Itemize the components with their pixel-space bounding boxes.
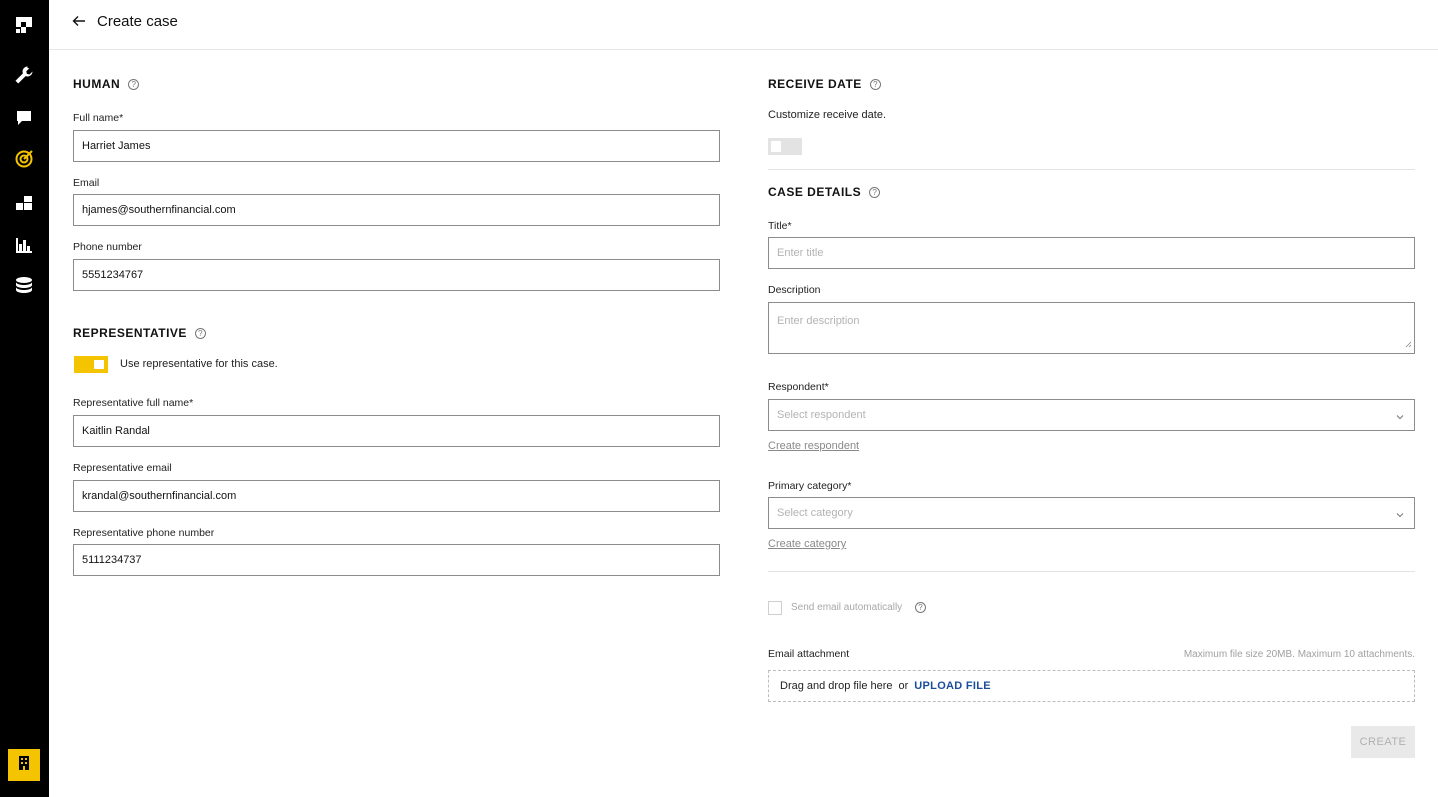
organization-button[interactable] xyxy=(8,749,40,781)
representative-full-name-label: Representative full name* xyxy=(73,397,194,409)
back-arrow-icon[interactable] xyxy=(71,13,87,29)
email-label: Email xyxy=(73,177,100,189)
bar-chart-icon[interactable] xyxy=(13,234,35,256)
target-icon[interactable] xyxy=(13,148,35,170)
help-icon[interactable]: ? xyxy=(194,327,206,339)
chat-icon[interactable] xyxy=(13,107,35,129)
full-name-label: Full name* xyxy=(73,112,124,124)
send-email-label: Send email automatically xyxy=(791,602,903,613)
representative-toggle-label: Use representative for this case. xyxy=(120,358,278,370)
primary-category-select[interactable]: Select category xyxy=(768,497,1415,529)
representative-full-name-input[interactable]: Kaitlin Randal xyxy=(73,415,720,447)
help-icon[interactable]: ? xyxy=(869,78,881,90)
human-section-title: HUMAN ? xyxy=(73,77,140,91)
receive-date-section-title: RECEIVE DATE ? xyxy=(768,77,881,91)
send-email-checkbox[interactable] xyxy=(768,601,782,615)
dropzone-text: Drag and drop file here xyxy=(780,680,893,692)
database-icon[interactable] xyxy=(13,275,35,297)
building-icon xyxy=(17,755,31,776)
phone-label: Phone number xyxy=(73,241,142,253)
case-details-section-title: CASE DETAILS ? xyxy=(768,185,881,199)
boxes-icon[interactable] xyxy=(13,192,35,214)
title-label: Title* xyxy=(768,220,792,232)
representative-section-title: REPRESENTATIVE ? xyxy=(73,326,206,340)
email-attachment-label: Email attachment xyxy=(768,648,850,660)
email-input[interactable]: hjames@southernfinancial.com xyxy=(73,194,720,226)
representative-email-label: Representative email xyxy=(73,462,172,474)
help-icon[interactable]: ? xyxy=(128,78,140,90)
create-button[interactable]: CREATE xyxy=(1351,726,1415,758)
file-dropzone[interactable]: Drag and drop file here or UPLOAD FILE xyxy=(768,670,1415,702)
page-header: Create case xyxy=(49,0,1438,50)
respondent-select[interactable]: Select respondent xyxy=(768,399,1415,431)
description-label: Description xyxy=(768,284,821,296)
help-icon[interactable]: ? xyxy=(915,602,926,613)
phone-input[interactable]: 5551234767 xyxy=(73,259,720,291)
representative-phone-label: Representative phone number xyxy=(73,527,215,539)
logo-icon[interactable] xyxy=(13,14,35,36)
help-icon[interactable]: ? xyxy=(869,186,881,198)
full-name-input[interactable]: Harriet James xyxy=(73,130,720,162)
attachment-hint: Maximum file size 20MB. Maximum 10 attac… xyxy=(1183,649,1415,660)
respondent-label: Respondent* xyxy=(768,381,829,393)
resize-handle-icon[interactable] xyxy=(1405,339,1412,351)
chevron-down-icon xyxy=(1396,412,1404,420)
receive-date-toggle[interactable] xyxy=(768,138,802,155)
divider xyxy=(768,571,1415,572)
chevron-down-icon xyxy=(1396,510,1404,518)
wrench-icon[interactable] xyxy=(13,64,35,86)
divider xyxy=(768,169,1415,170)
representative-email-input[interactable]: krandal@southernfinancial.com xyxy=(73,480,720,512)
representative-toggle[interactable] xyxy=(74,356,108,373)
title-input[interactable]: Enter title xyxy=(768,237,1415,269)
description-textarea[interactable]: Enter description xyxy=(768,302,1415,354)
dropzone-or: or xyxy=(898,680,909,692)
receive-date-description: Customize receive date. xyxy=(768,109,886,121)
page-title: Create case xyxy=(97,13,178,30)
primary-category-label: Primary category* xyxy=(768,480,852,492)
create-respondent-link[interactable]: Create respondent xyxy=(768,440,859,452)
upload-file-button[interactable]: UPLOAD FILE xyxy=(914,680,991,692)
create-category-link[interactable]: Create category xyxy=(768,538,846,550)
representative-phone-input[interactable]: 5111234737 xyxy=(73,544,720,576)
sidebar xyxy=(0,0,49,797)
